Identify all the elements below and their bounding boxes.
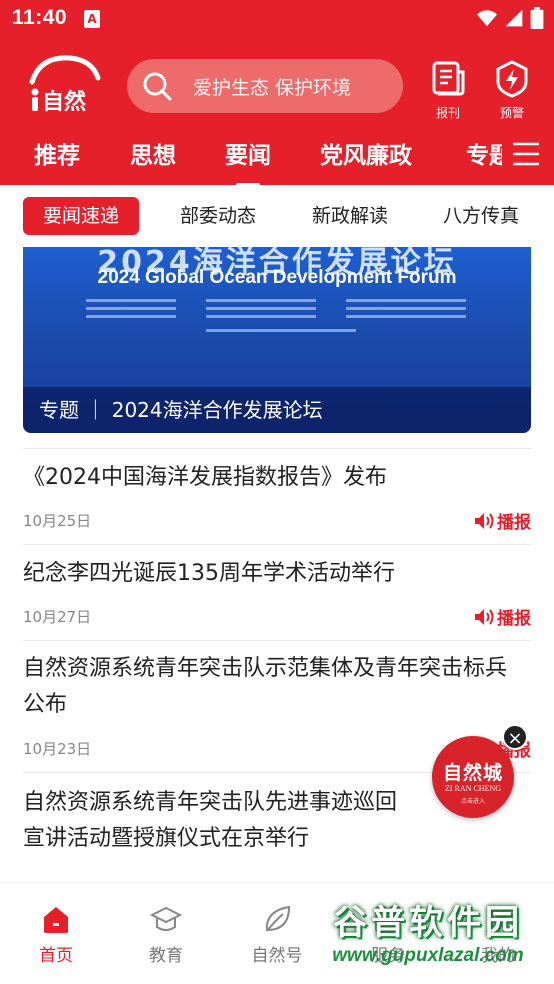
wifi-icon (476, 10, 498, 27)
news-date: 10月23日 (23, 740, 92, 758)
speaker-icon (475, 512, 494, 529)
featured-banner[interactable]: 2024海洋合作发展论坛 2024 Global Ocean Developme… (23, 247, 531, 433)
search-icon (143, 72, 172, 101)
battery-icon (530, 7, 544, 29)
watermark-title: 谷普软件园 (333, 903, 523, 943)
speaker-icon (475, 608, 494, 625)
watermark: 谷普软件园 www.gupuxlazal.com (303, 895, 553, 979)
banner-fine-print (86, 299, 466, 332)
tab-recommend[interactable]: 推荐 (34, 136, 80, 170)
news-item[interactable]: 纪念李四光诞辰135周年学术活动举行 10月27日 播报 (23, 544, 531, 640)
sub-tabs: 要闻速递 部委动态 新政解读 八方传真 (0, 185, 554, 247)
badge-title: 自然城 (442, 762, 503, 784)
subtab-regional[interactable]: 八方传真 (443, 197, 519, 235)
nav-education-label: 教育 (149, 946, 183, 966)
app-header: 自然 爱护生态 保护环境 报刊 预警 推荐 思想 要闻 党风廉政 专题 (0, 40, 554, 187)
home-icon (44, 907, 68, 933)
news-title: 《2024中国海洋发展指数报告》发布 (23, 465, 387, 490)
leaf-icon (265, 905, 291, 932)
broadcast-button[interactable]: 播报 (473, 604, 531, 629)
nav-home[interactable]: 首页 (16, 903, 96, 966)
ziran-city-badge[interactable]: 自然城 ZI RAN CHENG 点击进入 (432, 736, 514, 818)
status-icons (476, 7, 544, 29)
search-placeholder: 爱护生态 保护环境 (193, 77, 352, 99)
tab-integrity[interactable]: 党风廉政 (320, 136, 412, 170)
watermark-url: www.gupuxlazal.com (332, 945, 524, 966)
alert-shield-icon (496, 60, 528, 98)
channel-tabs: 推荐 思想 要闻 党风廉政 专题 (0, 132, 554, 187)
alert-button[interactable]: 预警 (489, 60, 535, 121)
subtab-policy[interactable]: 新政解读 (312, 197, 388, 235)
graduation-cap-icon (150, 906, 182, 931)
tab-clip: 专题 (458, 132, 502, 185)
news-title: 纪念李四光诞辰135周年学术活动举行 (23, 561, 395, 586)
banner-headline-en: 2024 Global Ocean Development Forum (97, 267, 457, 288)
badge-subtitle: ZI RAN CHENG (445, 784, 501, 793)
subtab-ministry-news[interactable]: 部委动态 (180, 197, 256, 235)
menu-icon[interactable] (510, 140, 542, 168)
nav-nature-account-label: 自然号 (251, 946, 303, 966)
nav-home-label: 首页 (39, 946, 73, 966)
tab-special[interactable]: 专题 (466, 136, 502, 170)
news-date: 10月25日 (23, 512, 92, 530)
search-bar[interactable]: 爱护生态 保护环境 (127, 59, 403, 113)
news-title: 自然资源系统青年突击队示范集体及青年突击标兵公布 (23, 656, 508, 717)
newspaper-label: 报刊 (435, 106, 460, 120)
news-date: 10月27日 (23, 608, 92, 626)
subtab-news-express[interactable]: 要闻速递 (23, 197, 140, 235)
badge-tagline: 点击进入 (460, 798, 485, 805)
newspaper-icon (432, 61, 465, 96)
tab-news[interactable]: 要闻 (225, 136, 271, 187)
nav-education[interactable]: 教育 (126, 903, 206, 966)
close-icon: × (507, 728, 523, 749)
app-logo[interactable]: 自然 (26, 52, 104, 114)
news-title: 自然资源系统青年突击队先进事迹巡回宣讲活动暨授旗仪式在京举行 (23, 790, 398, 851)
broadcast-label: 播报 (497, 513, 531, 533)
broadcast-button[interactable]: 播报 (473, 508, 531, 533)
news-item[interactable]: 《2024中国海洋发展指数报告》发布 10月25日 播报 (23, 448, 531, 544)
sim-notification-icon: A (84, 10, 100, 28)
alert-label: 预警 (499, 106, 524, 120)
broadcast-label: 播报 (497, 609, 531, 629)
status-time: 11:40 (12, 6, 68, 29)
close-badge-button[interactable]: × (502, 724, 528, 750)
banner-caption: 专题 ｜ 2024海洋合作发展论坛 (23, 387, 531, 433)
status-bar: 11:40 A (0, 0, 554, 40)
tab-thought[interactable]: 思想 (130, 136, 176, 170)
newspaper-button[interactable]: 报刊 (425, 60, 471, 121)
signal-icon (505, 9, 523, 27)
svg-text:自然: 自然 (42, 89, 86, 114)
